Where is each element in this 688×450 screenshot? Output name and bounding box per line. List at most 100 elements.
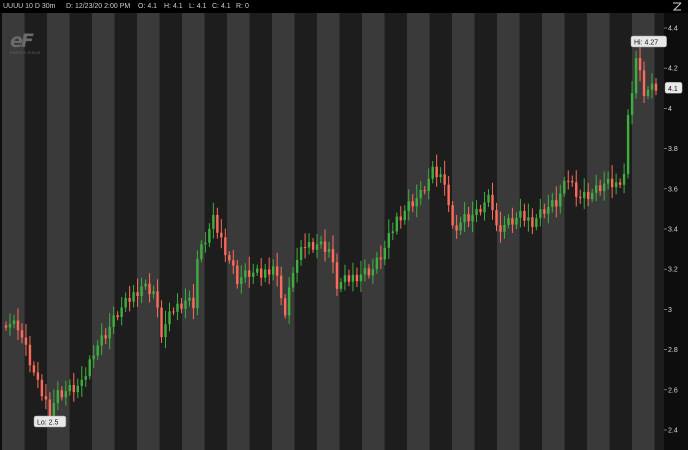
candle-body xyxy=(495,210,498,226)
candle-body xyxy=(96,345,99,356)
candle-body xyxy=(395,216,398,232)
candle-body xyxy=(88,359,91,377)
candle-body xyxy=(391,231,395,234)
session-bands xyxy=(2,13,688,450)
candle-body xyxy=(72,384,75,393)
candle-body xyxy=(642,70,646,96)
candle xyxy=(196,250,199,316)
candle-body xyxy=(216,214,219,233)
candle-body xyxy=(8,324,12,328)
low-value: L: 4.1 xyxy=(189,3,207,10)
candle-body xyxy=(120,307,123,318)
session-band xyxy=(587,13,610,450)
candle-body xyxy=(108,326,111,339)
candle-body xyxy=(188,297,191,301)
candle-body xyxy=(567,180,570,182)
tick-label: 4 xyxy=(668,106,672,113)
last-price-marker: 4.1 xyxy=(664,82,683,94)
tick-label: 2.6 xyxy=(668,387,678,394)
candle-body xyxy=(431,166,434,179)
close-value: C: 4.1 xyxy=(212,3,231,10)
candle-body xyxy=(48,399,52,416)
candle-body xyxy=(634,58,638,94)
candle-body xyxy=(483,202,486,213)
session-band xyxy=(384,13,407,450)
candle-body xyxy=(347,275,351,282)
candle-body xyxy=(463,214,466,223)
session-band xyxy=(227,13,250,450)
candle-body xyxy=(303,247,307,249)
candle-body xyxy=(535,218,538,227)
candle-body xyxy=(479,208,482,213)
candle-body xyxy=(419,190,422,199)
candle-body xyxy=(168,311,171,325)
candle-body xyxy=(618,182,622,185)
candle-body xyxy=(654,83,658,91)
session-band xyxy=(114,13,137,450)
session-band xyxy=(159,13,182,450)
session-band xyxy=(474,13,497,450)
energy-fuels-logo: eF ENERGY FUELS xyxy=(10,32,41,56)
tick-label: 4.4 xyxy=(668,26,678,33)
candle-body xyxy=(403,210,406,221)
symbol-label[interactable]: UUUU 10 D 30m xyxy=(3,0,56,13)
candle-body xyxy=(547,206,550,214)
expand-icon[interactable] xyxy=(672,2,682,11)
candle-body xyxy=(590,192,594,199)
candle-body xyxy=(339,282,343,289)
candle-body xyxy=(359,274,363,282)
candle-body xyxy=(140,286,143,296)
session-band xyxy=(249,13,272,450)
candle-body xyxy=(587,191,590,199)
candle-body xyxy=(252,272,255,277)
session-band xyxy=(407,13,430,450)
candle-body xyxy=(248,270,251,277)
candle-body xyxy=(467,214,470,222)
candle-body xyxy=(511,218,514,225)
candle-body xyxy=(212,214,215,229)
candle-body xyxy=(602,183,606,192)
session-band xyxy=(542,13,565,450)
candle-body xyxy=(12,320,16,325)
candle-body xyxy=(176,303,179,312)
candle-body xyxy=(503,224,506,232)
candle-body xyxy=(491,194,494,211)
candle-body xyxy=(68,384,72,392)
candle-body xyxy=(196,259,199,309)
session-band xyxy=(24,13,47,450)
high-value: H: 4.1 xyxy=(164,3,183,10)
session-band xyxy=(452,13,475,450)
candle-body xyxy=(76,385,79,393)
candle-body xyxy=(583,191,586,199)
candle-body xyxy=(56,390,60,404)
bar-date: D: 12/23/20 2:00 PM xyxy=(66,3,131,10)
candle-body xyxy=(287,287,291,316)
session-band xyxy=(137,13,160,450)
candle-body xyxy=(379,257,383,260)
candle-body xyxy=(427,178,430,192)
candle-body xyxy=(84,376,87,380)
candle-body xyxy=(407,201,410,211)
candle-body xyxy=(40,379,44,397)
candle-body xyxy=(164,324,167,338)
candle-body xyxy=(323,241,327,252)
candle-body xyxy=(543,209,546,214)
quote-header: UUUU 10 D 30m D: 12/23/20 2:00 PM O: 4.1… xyxy=(0,0,688,13)
candle-body xyxy=(279,275,283,299)
candle-body xyxy=(52,403,56,416)
volume-value: R: 0 xyxy=(236,3,249,10)
tick-label: 4.2 xyxy=(668,66,678,73)
candle-body xyxy=(4,325,8,328)
low-marker: Lo: 2.5 xyxy=(33,415,67,428)
candle-body xyxy=(244,270,247,278)
candle-body xyxy=(267,269,271,275)
candle-body xyxy=(264,269,267,278)
candle-body xyxy=(519,210,522,218)
candle-body xyxy=(515,217,518,225)
candle-body xyxy=(172,311,175,313)
candle-body xyxy=(563,180,566,194)
candle-body xyxy=(64,391,68,398)
candle-body xyxy=(415,198,418,207)
candle-body xyxy=(367,268,371,276)
candle-body xyxy=(311,241,315,250)
